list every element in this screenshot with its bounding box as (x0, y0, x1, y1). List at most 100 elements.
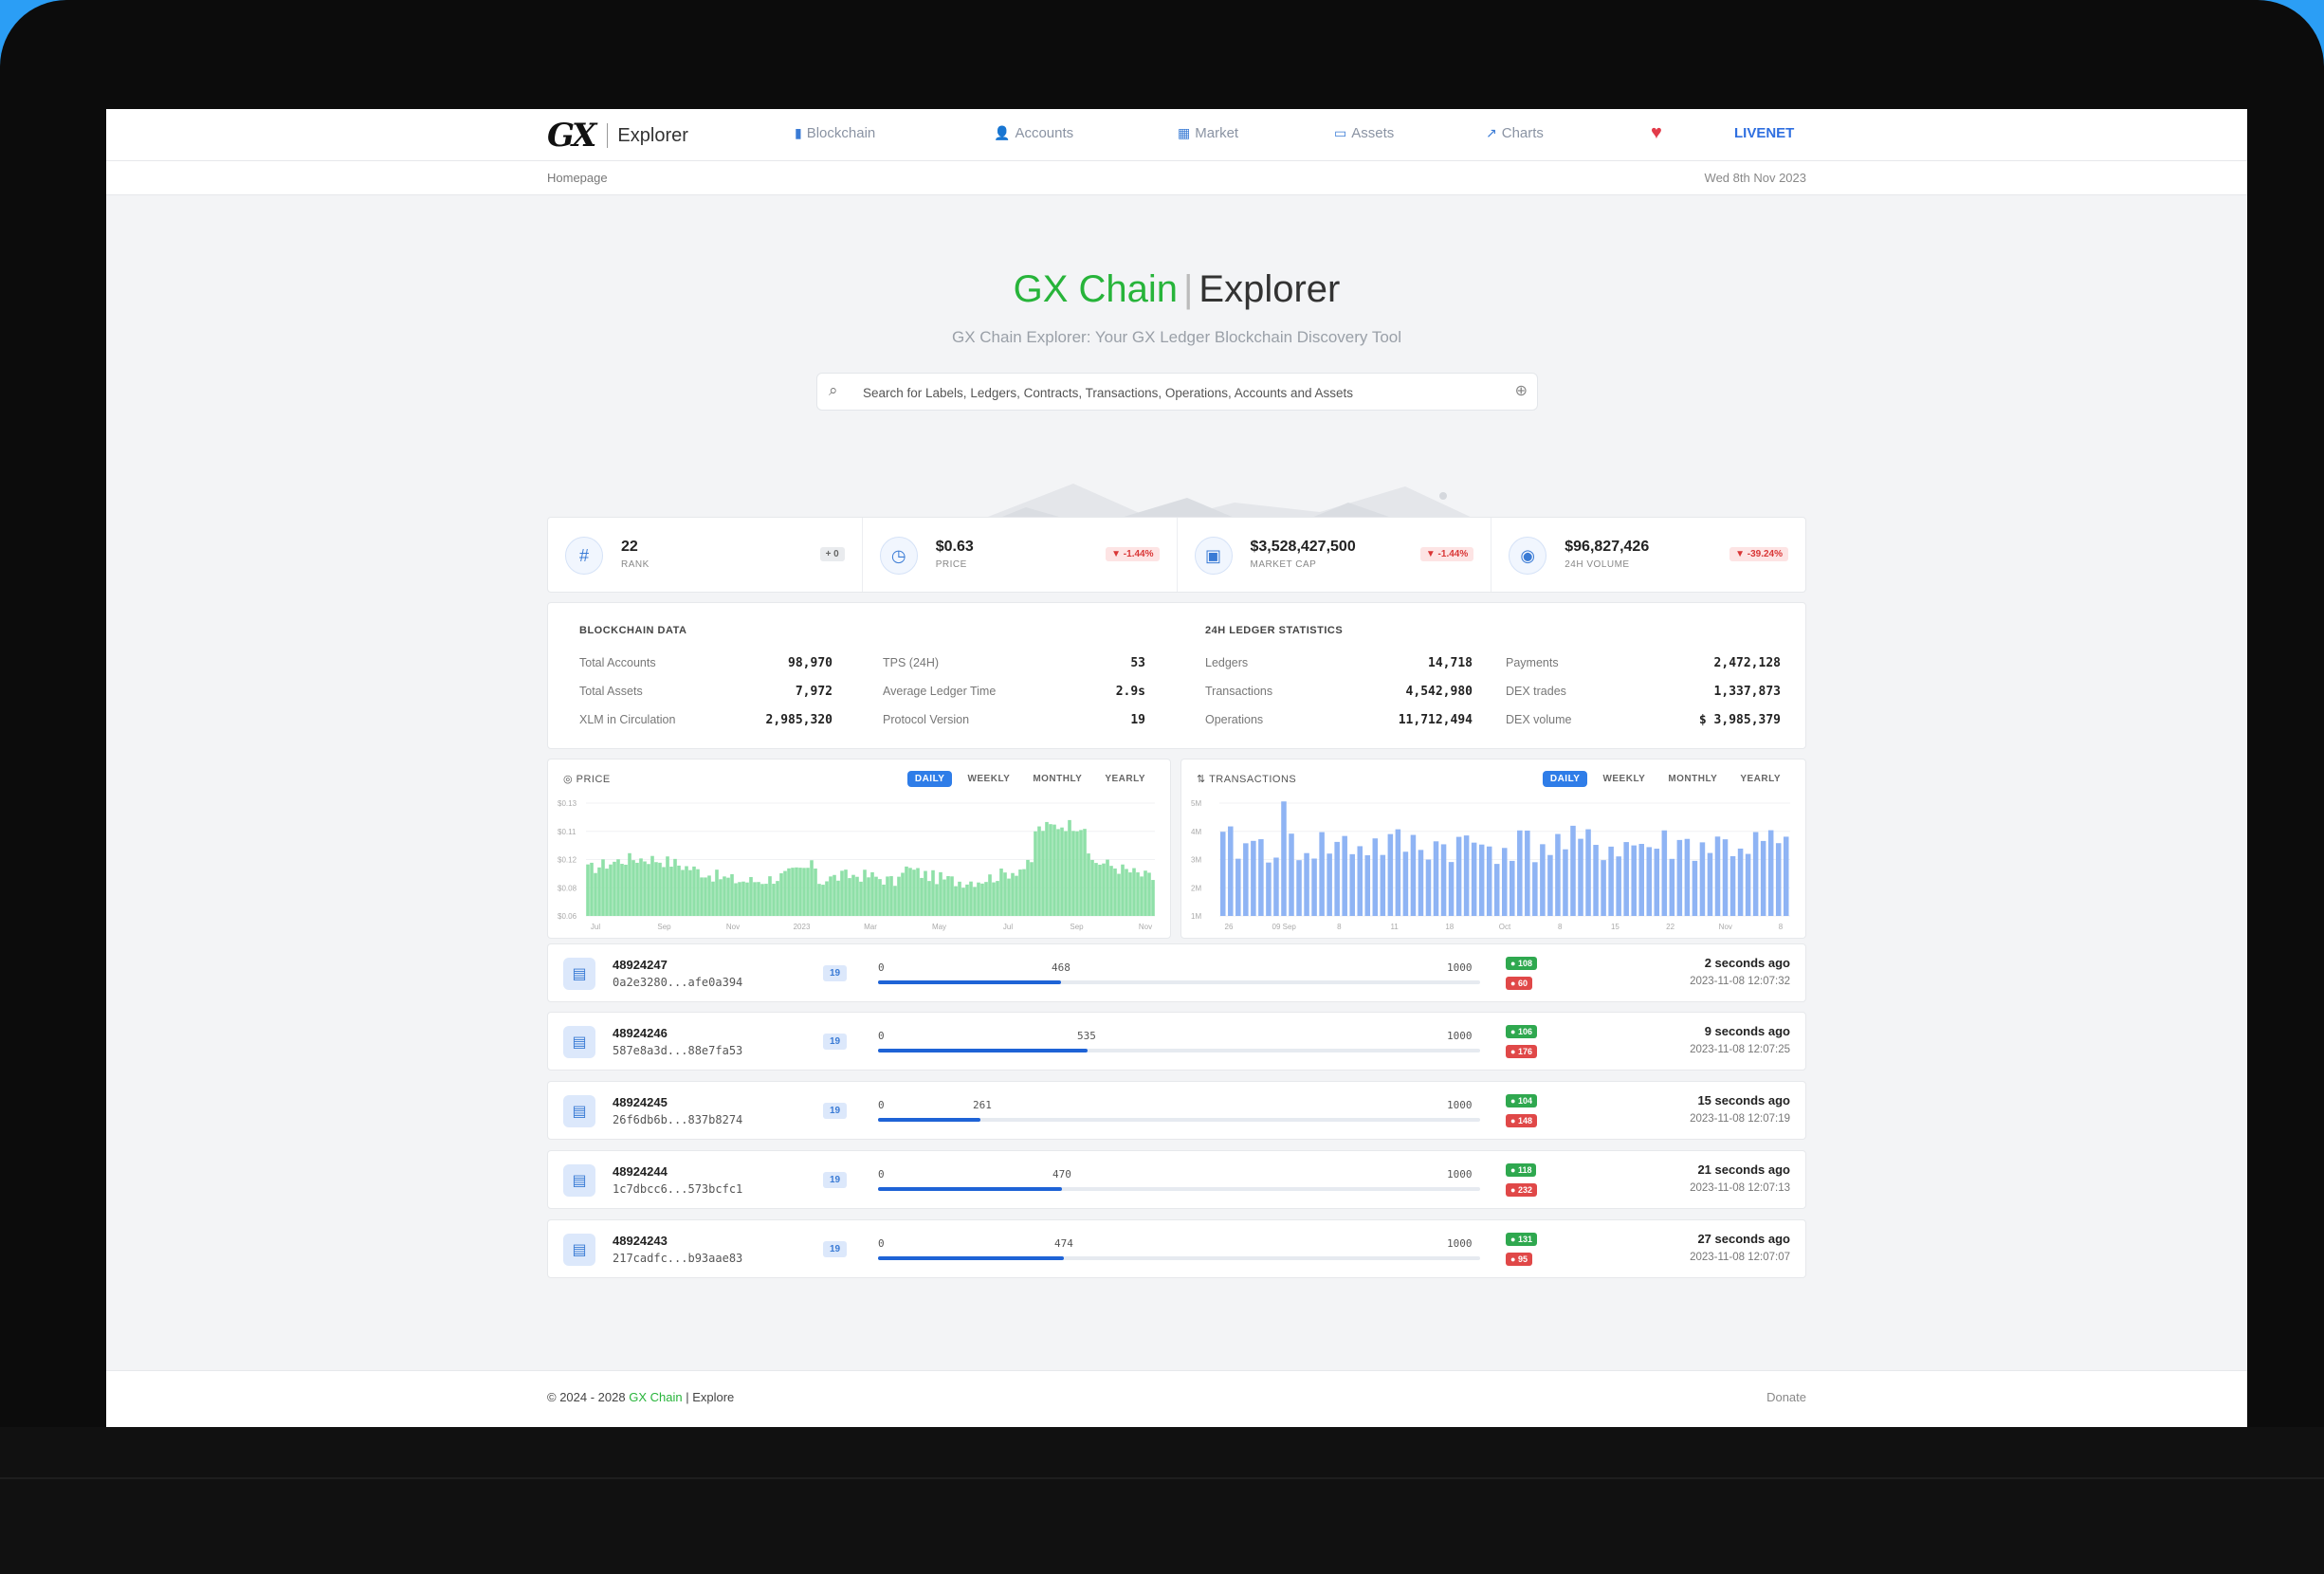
chart-bar (700, 877, 704, 916)
chart-bar (1273, 857, 1279, 916)
tab-weekly[interactable]: WEEKLY (960, 771, 1017, 787)
chart-bar (1041, 831, 1045, 916)
wallet-icon: ▭ (1334, 125, 1347, 140)
ledger-number[interactable]: 48924246 (613, 1026, 668, 1040)
ledger-row[interactable]: ▤ 48924243 217cadfc...b93aae83 19 0 474 1000 ● … (547, 1219, 1806, 1278)
tab-weekly[interactable]: WEEKLY (1595, 771, 1653, 787)
failed-count: 176 (1517, 1047, 1532, 1056)
y-tick-label: $0.13 (558, 799, 577, 808)
ledger-hash[interactable]: 587e8a3d...88e7fa53 (613, 1044, 742, 1057)
ledger-number[interactable]: 48924245 (613, 1095, 668, 1109)
chart-bar (821, 885, 825, 916)
x-tick-label: Mar (864, 923, 877, 931)
chart-bar (1018, 869, 1022, 916)
chart-bar (620, 864, 624, 916)
stat-label: RANK (621, 559, 650, 570)
search-box[interactable]: ⌕ ⊕ (816, 373, 1538, 411)
transactions-chart[interactable]: 5M 4M 3M 2M 1M 26 09 Sep 8 11 18 Oct 8 15 22 Nov 8 (1191, 796, 1798, 933)
ops-progress-track (878, 1118, 1480, 1122)
x-tick-label: Oct (1499, 923, 1511, 931)
footer-copyright: © 2024 - 2028 GX Chain | Explore (547, 1390, 734, 1404)
chart-bar (594, 872, 597, 916)
ledger-row[interactable]: ▤ 48924247 0a2e3280...afe0a394 19 0 468 1000 ● … (547, 943, 1806, 1002)
ledger-number[interactable]: 48924244 (613, 1164, 668, 1179)
blockchain-data-heading: BLOCKCHAIN DATA (579, 625, 687, 636)
ledger-hash[interactable]: 0a2e3280...afe0a394 (613, 976, 742, 989)
chart-bar (840, 870, 844, 916)
chart-bar (768, 876, 772, 916)
chart-bar (1342, 835, 1347, 916)
blockchain-data-panel: BLOCKCHAIN DATA 24H LEDGER STATISTICS To… (547, 602, 1806, 749)
chart-bar (1540, 844, 1546, 916)
chart-bar (1128, 872, 1132, 916)
chart-bar (1471, 842, 1477, 916)
chart-bar (1448, 862, 1455, 916)
ledger-row[interactable]: ▤ 48924244 1c7dbcc6...573bcfc1 19 0 470 1000 ● … (547, 1150, 1806, 1209)
chart-bar (1117, 873, 1121, 916)
ledger-number[interactable]: 48924243 (613, 1234, 668, 1248)
data-label: Operations (1205, 713, 1264, 726)
tab-daily[interactable]: DAILY (906, 771, 953, 787)
protocol-badge: 19 (823, 965, 848, 981)
success-count: 104 (1517, 1096, 1532, 1106)
laptop-base-edge (0, 1477, 2324, 1479)
chart-bar (1532, 862, 1538, 916)
ledger-number[interactable]: 48924247 (613, 958, 668, 972)
chart-bar (1121, 864, 1125, 916)
brand-divider (607, 123, 609, 148)
chart-bar (1060, 827, 1064, 916)
calendar-icon: ▦ (1178, 125, 1191, 140)
chart-bar (980, 883, 984, 916)
chart-bar (825, 881, 829, 916)
donate-link[interactable]: Donate (1766, 1390, 1806, 1404)
x-tick-label: 2023 (794, 923, 811, 931)
nav-accounts[interactable]: 👤 Accounts (994, 125, 1073, 141)
tab-monthly[interactable]: MONTHLY (1025, 771, 1089, 787)
nav-assets[interactable]: ▭ Assets (1334, 125, 1394, 141)
chart-bar (1433, 841, 1439, 916)
failed-count-badge: ● 232 (1506, 1183, 1537, 1197)
breadcrumb[interactable]: Homepage (547, 171, 608, 185)
price-chart[interactable]: $0.13 $0.11 $0.12 $0.08 $0.06 Jul Sep Nov 2023 Ma… (558, 796, 1162, 933)
laptop-frame: GX Explorer ▮ Blockchain 👤 Accounts ▦ Ma… (0, 0, 2324, 1574)
chart-bar (776, 881, 779, 916)
network-selector[interactable]: LIVENET (1734, 125, 1794, 141)
data-value: 2.9s (1115, 685, 1145, 699)
browser-screen: GX Explorer ▮ Blockchain 👤 Accounts ▦ Ma… (106, 109, 2247, 1427)
chart-bar (749, 876, 753, 916)
chart-bar (1132, 868, 1136, 916)
ledger-row[interactable]: ▤ 48924246 587e8a3d...88e7fa53 19 0 535 1000 ● … (547, 1012, 1806, 1071)
chart-bar (1547, 854, 1553, 916)
tab-yearly[interactable]: YEARLY (1097, 771, 1153, 787)
stat-value: $3,528,427,500 (1250, 539, 1356, 555)
heart-icon[interactable]: ♥ (1651, 122, 1662, 144)
y-tick-label: $0.12 (558, 856, 577, 865)
chart-bar (1387, 833, 1394, 916)
tab-monthly[interactable]: MONTHLY (1660, 771, 1725, 787)
chart-bar (1037, 826, 1041, 916)
tab-daily[interactable]: DAILY (1542, 771, 1588, 787)
nav-charts[interactable]: ↗ Charts (1486, 125, 1544, 141)
footer: © 2024 - 2028 GX Chain | Explore Donate (106, 1370, 2247, 1427)
ledger-hash[interactable]: 217cadfc...b93aae83 (613, 1252, 742, 1265)
chart-bar (730, 873, 734, 916)
search-input[interactable] (863, 381, 1489, 404)
x-tick-label: Sep (1070, 923, 1084, 931)
tab-yearly[interactable]: YEARLY (1732, 771, 1788, 787)
chart-bar (1304, 852, 1309, 916)
stat-label: 24H VOLUME (1565, 559, 1630, 570)
data-value: 2,985,320 (765, 713, 833, 727)
relative-time: 27 seconds ago (1697, 1232, 1790, 1246)
settings-icon[interactable]: ⊕ (1515, 381, 1528, 400)
ledger-hash[interactable]: 26f6db6b...837b8274 (613, 1113, 742, 1126)
chart-bar (741, 881, 745, 916)
nav-market[interactable]: ▦ Market (1178, 125, 1238, 141)
ledger-row[interactable]: ▤ 48924245 26f6db6b...837b8274 19 0 261 1000 ● … (547, 1081, 1806, 1140)
x-tick-label: Nov (726, 923, 740, 931)
stat-label: MARKET CAP (1250, 559, 1317, 570)
brand-home-link[interactable]: GX Explorer (547, 117, 688, 155)
nav-blockchain[interactable]: ▮ Blockchain (795, 125, 875, 141)
y-tick-label: 1M (1191, 912, 1201, 921)
footer-brand-link[interactable]: GX Chain (629, 1390, 682, 1404)
ledger-hash[interactable]: 1c7dbcc6...573bcfc1 (613, 1182, 742, 1196)
